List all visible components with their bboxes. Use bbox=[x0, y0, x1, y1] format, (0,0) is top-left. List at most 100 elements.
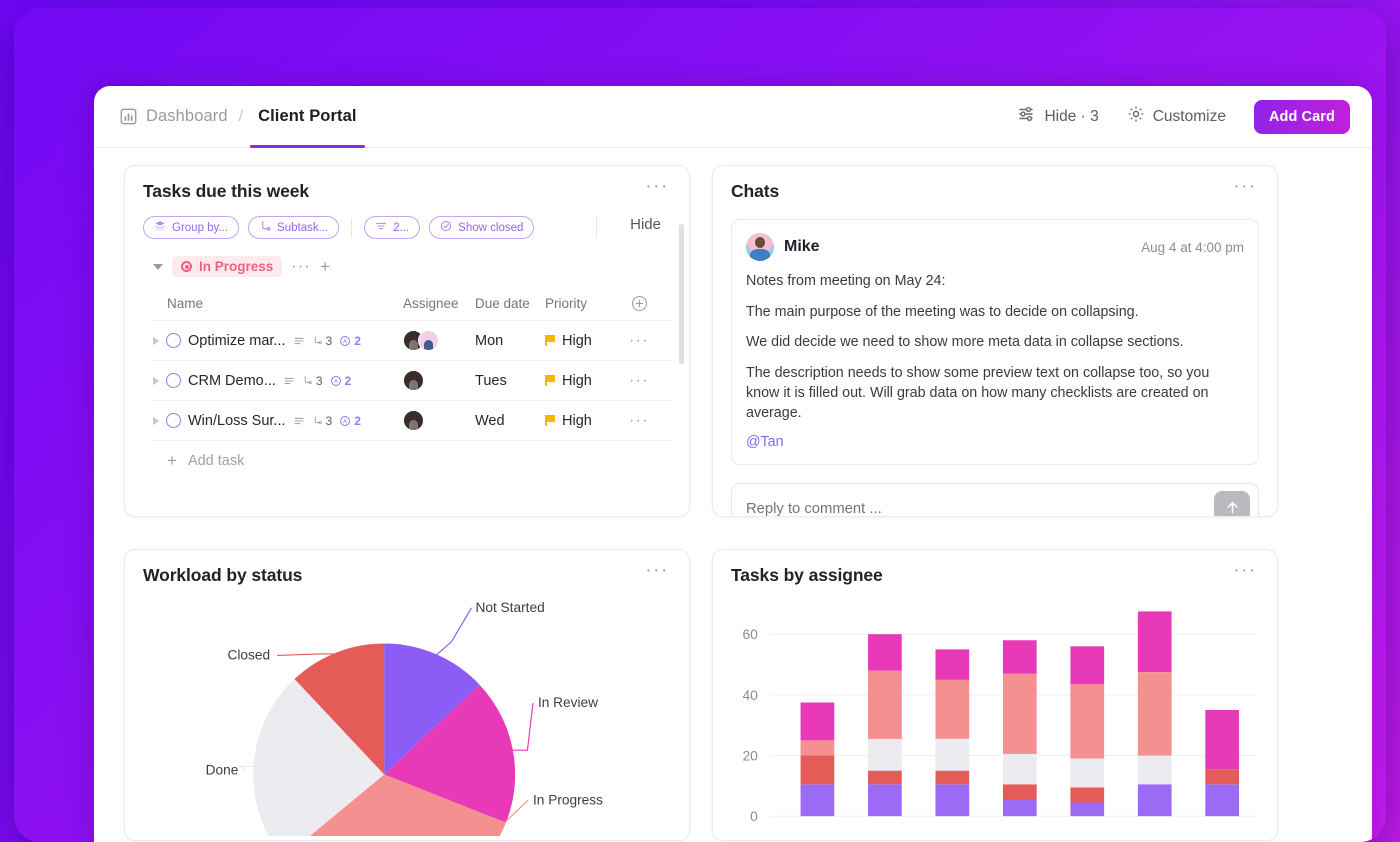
bar-segment[interactable] bbox=[1002, 783, 1037, 799]
bar-segment[interactable] bbox=[935, 738, 970, 771]
group-add-button[interactable]: + bbox=[320, 258, 330, 275]
assignee-avatars[interactable] bbox=[403, 410, 475, 431]
attachment-count: A 2 bbox=[339, 334, 361, 348]
flag-icon bbox=[545, 415, 555, 426]
hide-button[interactable]: Hide · 3 bbox=[1004, 99, 1112, 134]
task-priority[interactable]: High bbox=[545, 373, 625, 389]
bar-segment[interactable] bbox=[935, 679, 970, 739]
bar-segment[interactable] bbox=[1070, 801, 1105, 816]
pie-card-kebab-menu[interactable]: ··· bbox=[643, 561, 671, 580]
tasks-vertical-scrollbar[interactable] bbox=[679, 224, 684, 364]
arrow-up-icon bbox=[1223, 498, 1242, 516]
bar-chart: 0 20 40 60 bbox=[713, 586, 1277, 836]
add-task-button[interactable]: + Add task bbox=[153, 440, 671, 480]
bar-segment[interactable] bbox=[1205, 768, 1240, 784]
avatar bbox=[418, 330, 439, 351]
row-expand-caret-icon[interactable] bbox=[153, 376, 159, 385]
bar-segment[interactable] bbox=[868, 670, 902, 739]
bar-segment[interactable] bbox=[1137, 755, 1172, 784]
bar-segment[interactable] bbox=[935, 783, 970, 816]
task-name: Win/Loss Sur... bbox=[188, 412, 286, 429]
bar-segment[interactable] bbox=[1137, 671, 1172, 756]
subtask-count: 3 bbox=[312, 414, 332, 428]
send-reply-button[interactable] bbox=[1214, 491, 1250, 516]
bar-segment[interactable] bbox=[800, 739, 835, 756]
check-circle-icon bbox=[440, 220, 452, 235]
pie-slice-label: Closed bbox=[227, 647, 270, 662]
bar-segment[interactable] bbox=[1002, 753, 1037, 784]
breadcrumb: Dashboard / Client Portal bbox=[120, 86, 361, 147]
chip-group-by[interactable]: Group by... bbox=[143, 216, 240, 239]
avatar bbox=[403, 410, 424, 431]
add-card-button[interactable]: Add Card bbox=[1253, 99, 1350, 134]
bar-segment[interactable] bbox=[868, 738, 902, 771]
bar-segment[interactable] bbox=[800, 783, 835, 816]
subtask-count-value: 3 bbox=[315, 373, 323, 388]
breadcrumb-root[interactable]: Dashboard bbox=[146, 107, 228, 126]
bar-segment[interactable] bbox=[800, 701, 835, 740]
customize-button[interactable]: Customize bbox=[1113, 99, 1240, 134]
group-collapse-caret-icon[interactable] bbox=[153, 263, 163, 270]
chip-filter[interactable]: 2... bbox=[364, 216, 421, 239]
group-kebab-menu[interactable]: ··· bbox=[291, 258, 311, 274]
chat-mention-link[interactable]: @Tan bbox=[746, 434, 1244, 450]
bar-segment[interactable] bbox=[1002, 673, 1037, 754]
pie-card-header: Workload by status ··· bbox=[125, 550, 689, 586]
table-row[interactable]: Win/Loss Sur... 3 A 2 Wed High ··· bbox=[153, 400, 671, 440]
table-row[interactable]: CRM Demo... 3 A 2 Tues High ··· bbox=[153, 360, 671, 400]
bar-segment[interactable] bbox=[935, 770, 970, 784]
column-header-due-date: Due date bbox=[475, 295, 530, 311]
active-tab-underline bbox=[250, 145, 365, 148]
bar-segment[interactable] bbox=[1070, 683, 1105, 759]
add-column-button[interactable] bbox=[631, 295, 647, 311]
app-header: Dashboard / Client Portal Hide · 3 Custo… bbox=[94, 86, 1372, 148]
chat-paragraph: Notes from meeting on May 24: bbox=[746, 273, 946, 289]
task-table-header: Name Assignee Due date Priority bbox=[153, 286, 671, 320]
chats-card-kebab-menu[interactable]: ··· bbox=[1231, 177, 1259, 196]
chip-subtask[interactable]: Subtask... bbox=[248, 216, 340, 239]
bar-segment[interactable] bbox=[1137, 783, 1172, 816]
bar-segment[interactable] bbox=[1205, 783, 1240, 816]
pie-slice-label: In Review bbox=[538, 695, 598, 710]
bar-segment[interactable] bbox=[1070, 645, 1105, 684]
row-kebab-menu[interactable]: ··· bbox=[625, 372, 653, 388]
task-priority[interactable]: High bbox=[545, 413, 625, 429]
row-kebab-menu[interactable]: ··· bbox=[625, 332, 653, 348]
bar-card-header: Tasks by assignee ··· bbox=[713, 550, 1277, 586]
flag-icon bbox=[545, 335, 555, 346]
group-status-pill[interactable]: In Progress bbox=[172, 256, 283, 277]
chat-paragraph: The main purpose of the meeting was to d… bbox=[746, 303, 1139, 320]
task-priority[interactable]: High bbox=[545, 333, 625, 349]
row-expand-caret-icon[interactable] bbox=[153, 416, 159, 425]
y-axis-tick-label: 20 bbox=[742, 747, 758, 763]
hide-button-label: Hide · 3 bbox=[1044, 107, 1099, 125]
bar-segment[interactable] bbox=[868, 783, 902, 816]
row-expand-caret-icon[interactable] bbox=[153, 336, 159, 345]
breadcrumb-current[interactable]: Client Portal bbox=[254, 107, 360, 126]
bar-segment[interactable] bbox=[800, 755, 835, 784]
bar-segment[interactable] bbox=[1070, 758, 1105, 787]
assignee-avatars[interactable] bbox=[403, 370, 475, 391]
assignee-avatars[interactable] bbox=[403, 330, 475, 351]
pie-slice-label: Done bbox=[206, 762, 239, 777]
bar-segment[interactable] bbox=[1205, 709, 1240, 769]
pie-slice-label: In Progress bbox=[533, 792, 603, 807]
bar-segment[interactable] bbox=[1070, 786, 1105, 803]
tasks-card-kebab-menu[interactable]: ··· bbox=[643, 177, 671, 196]
row-kebab-menu[interactable]: ··· bbox=[625, 412, 653, 428]
bar-segment[interactable] bbox=[1002, 798, 1037, 816]
bar-segment[interactable] bbox=[868, 770, 902, 784]
task-status-checkbox[interactable] bbox=[166, 413, 181, 428]
bar-segment[interactable] bbox=[1137, 610, 1172, 672]
y-axis-tick-label: 60 bbox=[742, 626, 758, 642]
task-status-checkbox[interactable] bbox=[166, 373, 181, 388]
bar-segment[interactable] bbox=[868, 633, 902, 671]
chip-show-closed[interactable]: Show closed bbox=[429, 216, 535, 239]
bar-segment[interactable] bbox=[935, 648, 970, 680]
reply-input[interactable] bbox=[746, 501, 1214, 516]
bar-card-kebab-menu[interactable]: ··· bbox=[1231, 561, 1259, 580]
tasks-hide-button[interactable]: Hide bbox=[630, 216, 661, 233]
table-row[interactable]: Optimize mar... 3 A 2 Mon High ··· bbox=[153, 320, 671, 360]
task-status-checkbox[interactable] bbox=[166, 333, 181, 348]
bar-segment[interactable] bbox=[1002, 639, 1037, 674]
